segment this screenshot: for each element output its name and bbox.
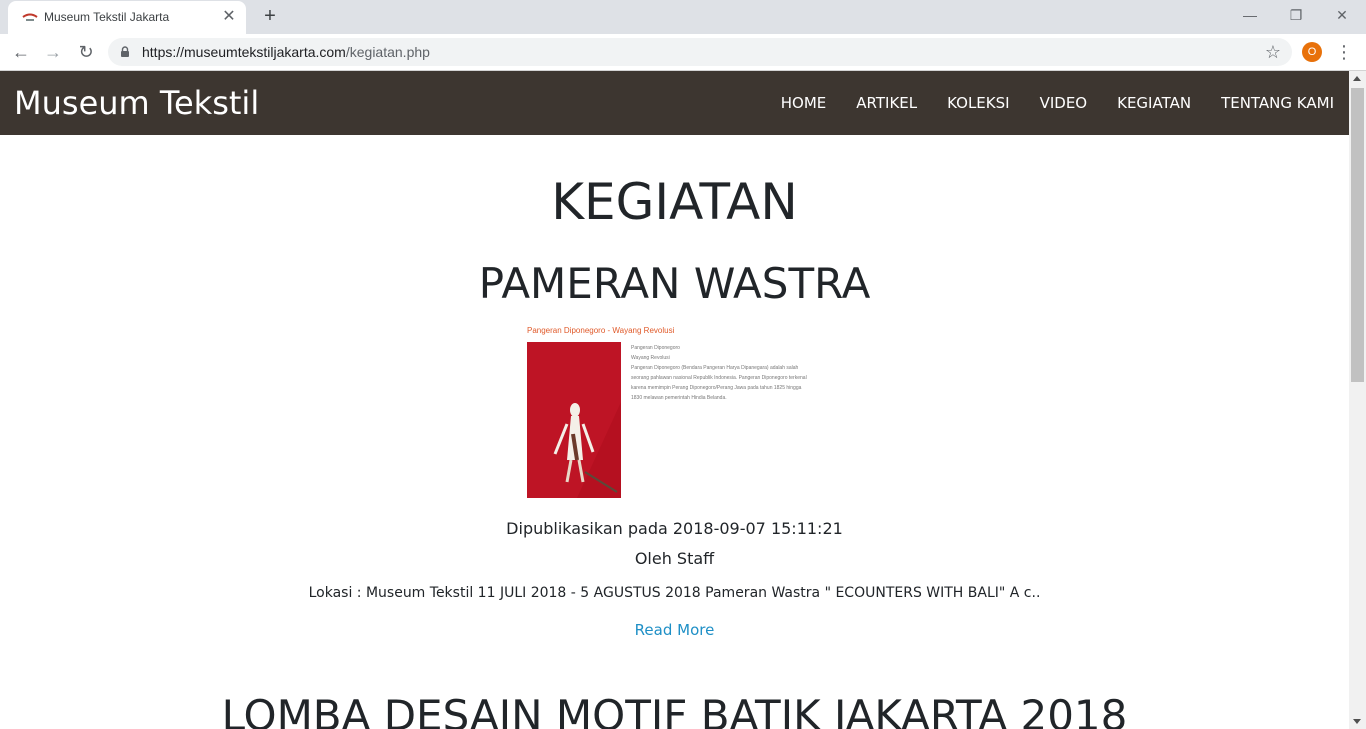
image-text-line: Wayang Revolusi [631,355,670,361]
browser-menu-icon[interactable]: ⋮ [1334,40,1354,64]
scroll-up-icon[interactable] [1353,76,1361,81]
nav-link-tentang-kami[interactable]: TENTANG KAMI [1221,94,1334,112]
new-tab-button[interactable]: + [258,5,282,29]
wayang-photo [527,342,621,498]
page-title: KEGIATAN [551,173,798,231]
url-text[interactable]: https://museumtekstiljakarta.com/kegiata… [142,44,430,60]
url-host: https://museumtekstiljakarta.com [142,44,346,60]
bookmark-star-icon[interactable]: ☆ [1262,41,1284,63]
image-text-line: karena memimpin Perang Diponegoro/Perang… [631,385,802,391]
scroll-down-icon[interactable] [1353,719,1361,724]
nav-link-home[interactable]: HOME [781,94,827,112]
image-caption: Pangeran Diponegoro - Wayang Revolusi [527,326,675,335]
address-bar[interactable]: https://museumtekstiljakarta.com/kegiata… [108,38,1292,66]
nav-link-koleksi[interactable]: KOLEKSI [947,94,1009,112]
page-scrollbar[interactable] [1349,71,1366,729]
nav-link-video[interactable]: VIDEO [1040,94,1088,112]
url-path: /kegiatan.php [345,44,430,60]
read-more-link[interactable]: Read More [635,621,715,639]
browser-tab[interactable]: Museum Tekstil Jakarta ✕ [8,1,246,34]
profile-avatar[interactable]: O [1302,42,1322,62]
read-more-container: Read More [0,621,1349,640]
image-text-line: Pangeran Diponegoro [631,345,680,351]
image-text-line: Pangeran Diponegoro (Bendara Pangeran Ha… [631,365,799,371]
image-description: Pangeran Diponegoro Wayang Revolusi Pang… [631,343,826,403]
nav-link-kegiatan[interactable]: KEGIATAN [1117,94,1191,112]
close-tab-icon[interactable]: ✕ [220,8,238,26]
post-author: Oleh Staff [634,549,715,568]
page-viewport: Museum Tekstil HOME ARTIKEL KOLEKSI VIDE… [0,71,1349,729]
site-brand[interactable]: Museum Tekstil [14,84,259,122]
image-text-line: seorang pahlawan nasional Republik Indon… [631,375,807,381]
nav-link-artikel[interactable]: ARTIKEL [856,94,917,112]
site-favicon-icon [22,13,38,21]
post-excerpt: Lokasi : Museum Tekstil 11 JULI 2018 - 5… [308,585,1041,601]
back-arrow-icon[interactable]: ← [9,40,33,64]
browser-tabstrip: Museum Tekstil Jakarta ✕ + — ❐ ✕ [0,0,1366,34]
browser-toolbar: ← → ↻ https://museumtekstiljakarta.com/k… [0,34,1366,71]
forward-arrow-icon[interactable]: → [41,40,65,64]
minimize-icon[interactable]: — [1230,4,1270,26]
reload-icon[interactable]: ↻ [74,40,98,64]
tab-title: Museum Tekstil Jakarta [44,10,170,24]
window-close-icon[interactable]: ✕ [1322,4,1362,26]
lock-icon [121,46,129,57]
image-text-line: 1830 melawan pemerintah Hindia Belanda. [631,395,727,401]
post-title: LOMBA DESAIN MOTIF BATIK JAKARTA 2018 [221,691,1128,729]
wayang-figure-icon [527,342,621,498]
post-title: PAMERAN WASTRA [478,259,871,308]
scroll-thumb[interactable] [1351,88,1364,382]
site-menu: HOME ARTIKEL KOLEKSI VIDEO KEGIATAN TENT… [781,94,1334,112]
restore-icon[interactable]: ❐ [1276,4,1316,26]
post-date: Dipublikasikan pada 2018-09-07 15:11:21 [506,519,843,538]
post-image[interactable]: Pangeran Diponegoro - Wayang Revolusi Pa… [524,325,826,501]
site-navbar: Museum Tekstil HOME ARTIKEL KOLEKSI VIDE… [0,71,1349,135]
